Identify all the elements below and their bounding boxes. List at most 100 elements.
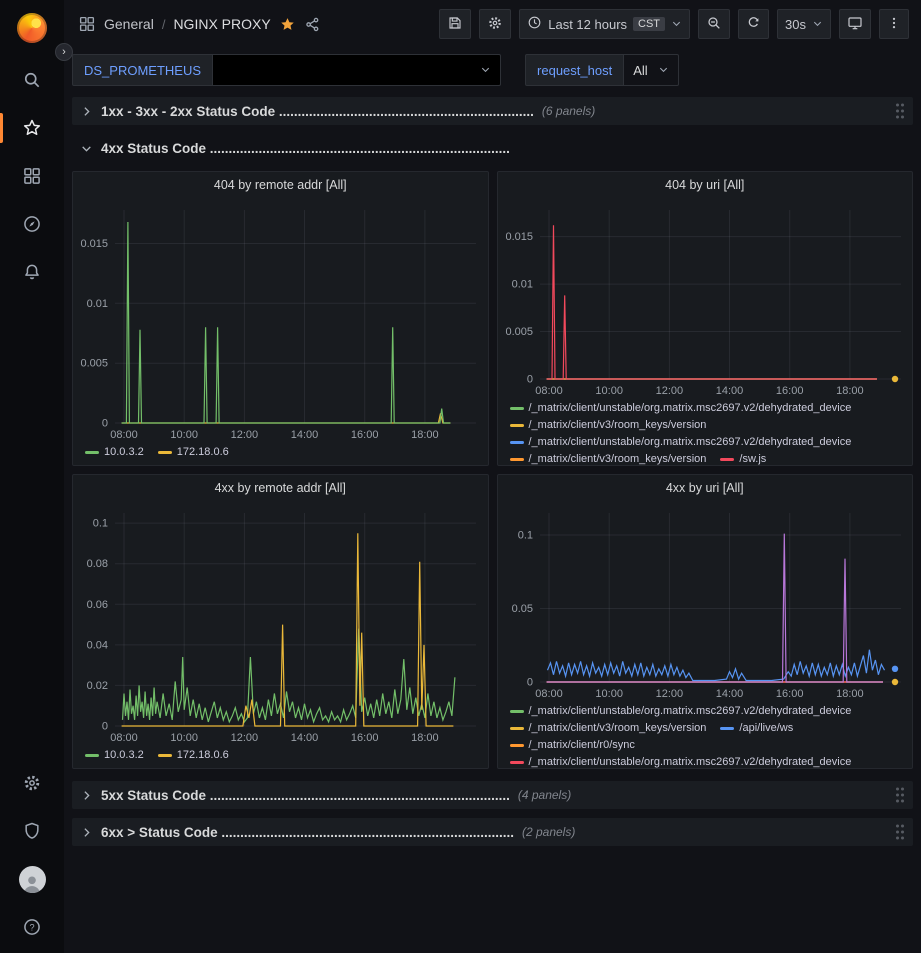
favorite-star-icon[interactable] [279,16,296,33]
legend-item[interactable]: /api/live/ws [720,721,793,736]
legend-item[interactable]: /_matrix/client/v3/room_keys/version [510,452,707,465]
series-color-dash [510,458,524,461]
sidebar-nav [0,56,64,296]
series-color-dash [510,761,524,764]
sidebar-expand-button[interactable]: › [55,43,73,61]
user-avatar [19,866,46,893]
star-icon [22,118,42,138]
row-drag-handle[interactable] [893,785,907,805]
legend-item[interactable]: /sw.js [720,452,766,465]
legend-item[interactable]: /_matrix/client/unstable/org.matrix.msc2… [510,401,852,416]
sidebar-item-server-admin[interactable] [0,807,64,855]
svg-text:0.05: 0.05 [511,603,532,615]
dashboard-title[interactable]: NGINX PROXY [173,16,270,32]
time-range-picker[interactable]: Last 12 hours CST [519,9,690,39]
variables-bar: DS_PROMETHEUS request_host All [64,48,921,92]
series-color-dash [510,727,524,730]
time-series-chart[interactable]: 00.0050.010.01508:0010:0012:0014:0016:00… [498,198,913,399]
variable-label-ds-prometheus[interactable]: DS_PROMETHEUS [72,54,213,86]
svg-text:12:00: 12:00 [231,732,259,744]
time-series-chart[interactable]: 00.050.108:0010:0012:0014:0016:0018:00 [498,501,913,702]
row-panel-count: (6 panels) [542,104,595,118]
svg-text:0.015: 0.015 [505,231,533,243]
chevron-down-icon [812,17,823,32]
svg-text:0.1: 0.1 [517,530,532,542]
zoom-out-button[interactable] [698,9,730,39]
tv-icon [847,15,863,34]
settings-gear-icon [22,773,42,793]
time-series-chart[interactable]: 00.020.040.060.080.108:0010:0012:0014:00… [73,501,488,746]
sidebar-item-dashboards[interactable] [0,152,64,200]
chart-legend: /_matrix/client/unstable/org.matrix.msc2… [498,399,913,465]
panel-title[interactable]: 4xx by remote addr [All] [73,475,488,501]
sidebar-item-settings[interactable] [0,759,64,807]
legend-item[interactable]: /_matrix/client/unstable/org.matrix.msc2… [510,704,852,719]
time-series-chart[interactable]: 00.0050.010.01508:0010:0012:0014:0016:00… [73,198,488,443]
panel-title[interactable]: 404 by uri [All] [498,172,913,198]
save-button[interactable] [439,9,471,39]
dashboard-row-4xx[interactable]: 4xx Status Code ........................… [72,134,913,162]
svg-text:0.005: 0.005 [505,326,533,338]
legend-item[interactable]: 10.0.3.2 [85,748,144,763]
legend-item[interactable]: /_matrix/client/v3/room_keys/version [510,418,707,433]
explore-compass-icon [22,214,42,234]
variable-value-request-host[interactable]: All [624,54,678,86]
tv-mode-button[interactable] [839,9,871,39]
share-icon[interactable] [304,16,321,33]
row-drag-handle[interactable] [893,101,907,121]
svg-text:10:00: 10:00 [595,385,623,397]
search-icon [22,70,42,90]
panel-4xx-by-remote-addr: 4xx by remote addr [All] 00.020.040.060.… [72,474,489,769]
variable-selected-value: All [633,63,647,78]
svg-text:0.01: 0.01 [87,298,108,310]
series-color-dash [158,451,172,454]
refresh-button[interactable] [738,9,769,39]
legend-item[interactable]: /_matrix/client/unstable/org.matrix.msc2… [510,755,852,768]
row-title: 1xx - 3xx - 2xx Status Code ............… [101,104,534,119]
variable-value-ds-prometheus[interactable] [213,54,501,86]
grafana-flame-icon [17,13,47,43]
legend-item[interactable]: /_matrix/client/r0/sync [510,738,635,753]
sidebar-item-search[interactable] [0,56,64,104]
dashboard-row-1xx-3xx-2xx[interactable]: 1xx - 3xx - 2xx Status Code ............… [72,97,913,125]
sidebar-item-alerting[interactable] [0,248,64,296]
svg-text:08:00: 08:00 [535,688,563,700]
dashboard-settings-button[interactable] [479,9,511,39]
svg-text:0.01: 0.01 [511,279,532,291]
series-label: /_matrix/client/v3/room_keys/version [529,452,707,465]
series-label: /_matrix/client/unstable/org.matrix.msc2… [529,704,852,719]
refresh-interval-dropdown[interactable]: 30s [777,9,831,39]
legend-item[interactable]: 10.0.3.2 [85,445,144,460]
svg-text:14:00: 14:00 [291,732,319,744]
time-range-label: Last 12 hours [548,17,627,32]
sidebar-item-help[interactable]: ? [0,903,64,951]
panel-title[interactable]: 4xx by uri [All] [498,475,913,501]
svg-text:14:00: 14:00 [291,429,319,441]
svg-text:14:00: 14:00 [715,385,743,397]
chart-legend: 10.0.3.2 172.18.0.6 [73,746,488,768]
sidebar-item-explore[interactable] [0,200,64,248]
series-label: 172.18.0.6 [177,445,229,460]
alerting-bell-icon [22,262,42,282]
legend-item[interactable]: 172.18.0.6 [158,748,229,763]
svg-text:0: 0 [102,721,108,733]
breadcrumb-section[interactable]: General [104,16,154,32]
dashboard-row-6xx[interactable]: 6xx > Status Code ......................… [72,818,913,846]
panel-title[interactable]: 404 by remote addr [All] [73,172,488,198]
series-color-dash [510,744,524,747]
sidebar-item-starred[interactable] [0,104,64,152]
legend-item[interactable]: 172.18.0.6 [158,445,229,460]
legend-item[interactable]: /_matrix/client/v3/room_keys/version [510,721,707,736]
dashboard-toolbar: General / NGINX PROXY Last 12 hours CST [64,0,921,48]
svg-text:0.1: 0.1 [93,518,108,530]
sidebar-item-profile[interactable] [0,855,64,903]
kebab-menu-button[interactable] [879,9,909,39]
sidebar-bottom: ? [0,759,64,953]
row-drag-handle[interactable] [893,822,907,842]
dashboard-row-5xx[interactable]: 5xx Status Code ........................… [72,781,913,809]
help-icon: ? [22,917,42,937]
variable-label-request-host[interactable]: request_host [525,54,624,86]
series-color-dash [510,407,524,410]
legend-item[interactable]: /_matrix/client/unstable/org.matrix.msc2… [510,435,852,450]
grafana-logo[interactable] [0,0,64,56]
